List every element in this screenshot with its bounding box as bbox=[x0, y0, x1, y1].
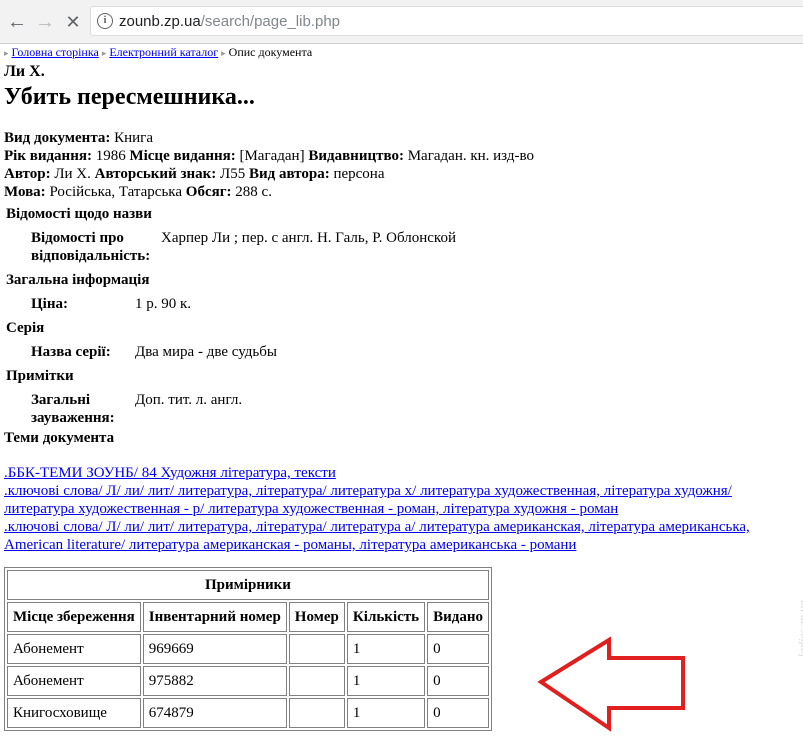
table-cell: Абонемент bbox=[7, 666, 141, 696]
author-value: Ли Х. bbox=[54, 166, 91, 182]
language-label: Мова: bbox=[4, 184, 46, 200]
table-cell: 0 bbox=[427, 666, 489, 696]
topic-link-1[interactable]: .ББК-ТЕМИ ЗОУНБ/ 84 Художня література, … bbox=[4, 465, 336, 481]
table-cell: 1 bbox=[346, 634, 426, 664]
url-path: /search/page_lib.php bbox=[200, 13, 341, 30]
topics-heading: Теми документа bbox=[4, 430, 115, 446]
bullet-icon: ▸ bbox=[101, 48, 107, 58]
author-sign-label: Авторський знак: bbox=[94, 166, 217, 182]
language-value: Російська, Татарська bbox=[49, 184, 183, 200]
doc-type-value: Книга bbox=[114, 130, 153, 146]
topic-link-3[interactable]: .ключові слова/ Л/ ли/ лит/ литература, … bbox=[4, 519, 750, 553]
url-text[interactable]: zounb.zp.ua/search/page_lib.php bbox=[119, 13, 340, 30]
general-info-heading: Загальна інформація bbox=[6, 272, 150, 288]
year-value: 1986 bbox=[95, 148, 126, 164]
breadcrumb: ▸ Головна сторінка ▸ Електронний каталог… bbox=[4, 45, 799, 60]
copies-caption: Примірники bbox=[7, 570, 489, 600]
table-cell bbox=[288, 634, 345, 664]
breadcrumb-home-link[interactable]: Головна сторінка bbox=[12, 45, 99, 59]
table-cell: 969669 bbox=[142, 634, 287, 664]
price-row: Ціна: 1 р. 90 к. bbox=[31, 295, 799, 313]
breadcrumb-catalog-link[interactable]: Електронний каталог bbox=[109, 45, 218, 59]
topic-links: .ББК-ТЕМИ ЗОУНБ/ 84 Художня література, … bbox=[4, 464, 799, 554]
document-title: Убить пересмешника... bbox=[4, 84, 255, 110]
back-arrow-icon[interactable]: ← bbox=[5, 10, 29, 34]
address-bar[interactable]: i zounb.zp.ua/search/page_lib.php bbox=[90, 6, 803, 36]
general-notes-label: Загальні зауваження: bbox=[31, 392, 115, 426]
copies-table: Примірники Місце збереження Інвентарний … bbox=[4, 567, 492, 731]
document-author-heading: Ли Х. bbox=[4, 63, 45, 80]
table-cell: 0 bbox=[427, 698, 489, 728]
red-arrow-annotation-icon bbox=[537, 636, 685, 732]
breadcrumb-current: Опис документа bbox=[228, 45, 313, 59]
page-content: ▸ Головна сторінка ▸ Електронний каталог… bbox=[4, 43, 799, 731]
series-name-label: Назва серії: bbox=[31, 344, 111, 360]
forward-arrow-icon[interactable]: → bbox=[33, 10, 57, 34]
responsibility-label: Відомості про відповідальність: bbox=[31, 230, 151, 264]
column-header: Інвентарний номер bbox=[142, 602, 287, 632]
place-value: [Магадан] bbox=[239, 148, 305, 164]
document-metadata: Вид документа: Книга Рік видання: 1986 М… bbox=[4, 129, 799, 201]
author-sign-value: Л55 bbox=[220, 166, 246, 182]
table-cell: Книгосховище bbox=[7, 698, 141, 728]
table-cell: 975882 bbox=[142, 666, 287, 696]
table-row: Абонемент 975882 1 0 bbox=[7, 666, 489, 696]
responsibility-value: Харпер Ли ; пер. с англ. Н. Галь, Р. Обл… bbox=[161, 230, 456, 246]
series-name-value: Два мира - две судьбы bbox=[135, 344, 277, 360]
watermark: ladies.zp.ua bbox=[795, 600, 803, 658]
place-label: Місце видання: bbox=[129, 148, 236, 164]
table-cell: 0 bbox=[427, 634, 489, 664]
notes-heading: Примітки bbox=[6, 368, 74, 384]
topic-link-2[interactable]: .ключові слова/ Л/ ли/ лит/ литература, … bbox=[4, 483, 732, 517]
table-cell: 674879 bbox=[142, 698, 287, 728]
volume-value: 288 с. bbox=[235, 184, 272, 200]
price-value: 1 р. 90 к. bbox=[135, 296, 192, 312]
publisher-value: Магадан. кн. изд-во bbox=[407, 148, 534, 164]
column-header: Місце збереження bbox=[7, 602, 141, 632]
bullet-icon: ▸ bbox=[221, 48, 226, 58]
stop-close-icon[interactable]: ✕ bbox=[61, 10, 85, 34]
volume-label: Обсяг: bbox=[185, 184, 232, 200]
general-notes-row: Загальні зауваження: Доп. тит. л. англ. bbox=[31, 391, 799, 427]
table-row: Абонемент 969669 1 0 bbox=[7, 634, 489, 664]
title-info-heading: Відомості щодо назви bbox=[6, 206, 152, 222]
price-label: Ціна: bbox=[31, 296, 68, 312]
publisher-label: Видавництво: bbox=[308, 148, 404, 164]
general-notes-value: Доп. тит. л. англ. bbox=[135, 392, 243, 408]
column-header: Видано bbox=[427, 602, 489, 632]
table-cell: 1 bbox=[346, 666, 426, 696]
series-heading: Серія bbox=[6, 320, 45, 336]
info-icon[interactable]: i bbox=[97, 13, 113, 29]
year-label: Рік видання: bbox=[4, 148, 92, 164]
responsibility-row: Відомості про відповідальність: Харпер Л… bbox=[31, 229, 799, 265]
author-label: Автор: bbox=[4, 166, 51, 182]
author-type-value: персона bbox=[333, 166, 385, 182]
author-type-label: Вид автора: bbox=[248, 166, 330, 182]
url-domain: zounb.zp.ua bbox=[119, 13, 201, 30]
column-header: Номер bbox=[288, 602, 345, 632]
table-cell bbox=[288, 698, 345, 728]
doc-type-label: Вид документа: bbox=[4, 130, 111, 146]
table-row: Книгосховище 674879 1 0 bbox=[7, 698, 489, 728]
bullet-icon: ▸ bbox=[4, 48, 9, 58]
column-header: Кількість bbox=[346, 602, 426, 632]
table-cell bbox=[288, 666, 345, 696]
browser-toolbar: ← → ✕ i zounb.zp.ua/search/page_lib.php bbox=[0, 0, 803, 44]
table-cell: 1 bbox=[346, 698, 426, 728]
table-cell: Абонемент bbox=[7, 634, 141, 664]
series-name-row: Назва серії: Два мира - две судьбы bbox=[31, 343, 799, 361]
